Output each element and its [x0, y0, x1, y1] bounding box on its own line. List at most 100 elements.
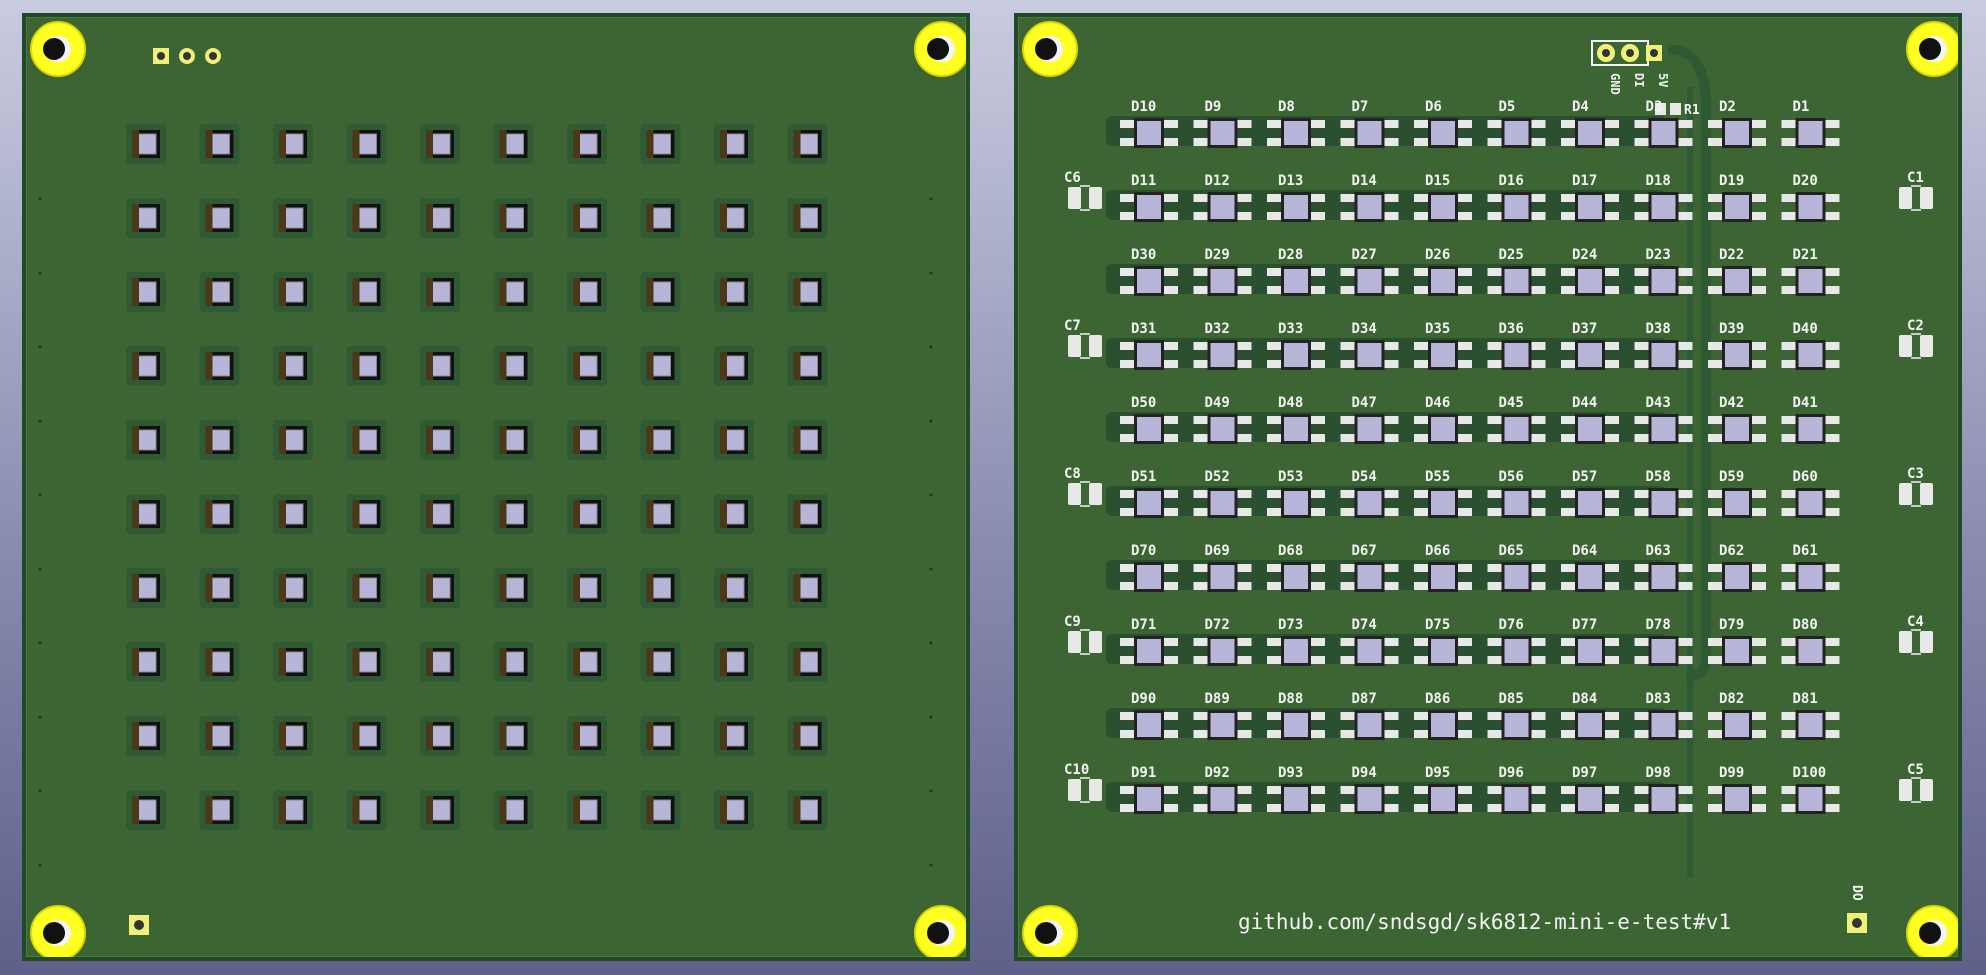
mounting-hole-back-2 [914, 21, 966, 77]
front-connector: GND DI 5V [1591, 40, 1670, 95]
led-label-d45: D45 [1499, 395, 1524, 411]
led-d98: D98 [1634, 765, 1693, 814]
back-led-footprint [787, 494, 828, 534]
back-led-footprint [493, 346, 534, 386]
cap-c1: C1 [1899, 170, 1933, 211]
back-led-footprint [640, 716, 681, 756]
led-label-d25: D25 [1499, 247, 1524, 263]
led-label-d1: D1 [1793, 99, 1810, 115]
led-label-d95: D95 [1425, 765, 1450, 781]
led-label-d16: D16 [1499, 173, 1524, 189]
led-label-d6: D6 [1425, 99, 1442, 115]
led-d23: D23 [1634, 247, 1693, 296]
led-d95: D95 [1414, 765, 1472, 814]
back-led-footprint [493, 642, 534, 682]
back-led-footprint [346, 124, 387, 164]
back-led-footprint [787, 272, 828, 312]
led-d85: D85 [1487, 691, 1546, 740]
led-d20: D20 [1781, 173, 1840, 222]
led-label-d94: D94 [1352, 765, 1377, 781]
back-led-footprint [126, 420, 166, 460]
back-led-footprint [493, 272, 534, 312]
back-led-footprint [567, 494, 607, 534]
led-label-d65: D65 [1499, 543, 1524, 559]
led-label-d39: D39 [1719, 321, 1744, 337]
mounting-hole-front-2 [1906, 21, 1958, 77]
led-label-d59: D59 [1719, 469, 1744, 485]
connector-label-5v: 5V [1656, 73, 1670, 87]
led-row: D91 D92 D93 D94 D95 D96 D97 D98 D99 D100 [1106, 765, 1840, 814]
back-led-footprint [273, 198, 313, 238]
cap-label-c5: C5 [1907, 762, 1924, 778]
back-led-footprint [714, 642, 754, 682]
led-d63: D63 [1634, 543, 1693, 592]
led-d56: D56 [1487, 469, 1546, 518]
mounting-hole-front-3 [1022, 905, 1078, 957]
led-label-d48: D48 [1278, 395, 1303, 411]
led-label-d40: D40 [1793, 321, 1818, 337]
led-label-d51: D51 [1131, 469, 1156, 485]
led-label-d28: D28 [1278, 247, 1303, 263]
back-led-footprint [640, 346, 681, 386]
led-d31: D31 [1120, 321, 1178, 370]
led-d44: D44 [1561, 395, 1619, 444]
led-d17: D17 [1561, 173, 1619, 222]
back-led-footprint [493, 124, 534, 164]
cap-label-c8: C8 [1064, 466, 1081, 482]
led-label-d89: D89 [1205, 691, 1230, 707]
back-led-footprint [346, 494, 387, 534]
back-led-footprint [420, 790, 460, 830]
back-led-footprint [787, 568, 828, 608]
back-led-footprint [199, 420, 240, 460]
led-d13: D13 [1267, 173, 1325, 222]
cap-c9: C9 [1064, 614, 1102, 655]
pcb-back-drawing [30, 21, 966, 957]
led-d53: D53 [1267, 469, 1325, 518]
led-d41: D41 [1781, 395, 1840, 444]
back-led-footprint [346, 642, 387, 682]
led-label-d88: D88 [1278, 691, 1303, 707]
back-led-footprint [787, 716, 828, 756]
led-d18: D18 [1634, 173, 1693, 222]
led-d99: D99 [1708, 765, 1766, 814]
back-led-footprint [346, 420, 387, 460]
back-led-footprint [493, 716, 534, 756]
led-d29: D29 [1193, 247, 1252, 296]
led-row: D11 D12 D13 D14 D15 D16 D17 D18 D19 D20 [1106, 173, 1840, 222]
led-label-d44: D44 [1572, 395, 1597, 411]
led-row: D90 D89 D88 D87 D86 D85 D84 D83 D82 D81 [1106, 691, 1840, 740]
back-led-footprint [714, 790, 754, 830]
led-d4: D4 [1561, 99, 1619, 148]
led-label-d98: D98 [1646, 765, 1671, 781]
power-traces [1668, 45, 1711, 877]
cap-label-c10: C10 [1064, 762, 1089, 778]
back-led-footprint [420, 568, 460, 608]
back-led-footprint [493, 568, 534, 608]
led-row: D31 D32 D33 D34 D35 D36 D37 D38 D39 D40 [1106, 321, 1840, 370]
back-led-footprint [640, 790, 681, 830]
led-row: D70 D69 D68 D67 D66 D65 D64 D63 D62 D61 [1106, 543, 1840, 592]
led-d42: D42 [1708, 395, 1766, 444]
led-label-d76: D76 [1499, 617, 1524, 633]
back-led-footprint [126, 198, 166, 238]
back-led-footprint [714, 124, 754, 164]
led-label-d9: D9 [1205, 99, 1222, 115]
led-label-d23: D23 [1646, 247, 1671, 263]
back-led-footprint [199, 642, 240, 682]
led-d68: D68 [1267, 543, 1325, 592]
back-led-footprint [420, 124, 460, 164]
led-d47: D47 [1340, 395, 1399, 444]
led-label-d70: D70 [1131, 543, 1156, 559]
led-d84: D84 [1561, 691, 1619, 740]
cap-c8: C8 [1064, 466, 1102, 507]
mounting-hole-front-1 [1022, 21, 1078, 77]
led-label-d57: D57 [1572, 469, 1597, 485]
led-label-d14: D14 [1352, 173, 1377, 189]
led-d79: D79 [1708, 617, 1766, 666]
back-led-footprint [714, 272, 754, 312]
led-label-d79: D79 [1719, 617, 1744, 633]
led-label-d35: D35 [1425, 321, 1450, 337]
caps-left: C6 C7 C8 C9 C10 [1064, 170, 1102, 803]
led-label-d63: D63 [1646, 543, 1671, 559]
back-led-footprint [787, 198, 828, 238]
